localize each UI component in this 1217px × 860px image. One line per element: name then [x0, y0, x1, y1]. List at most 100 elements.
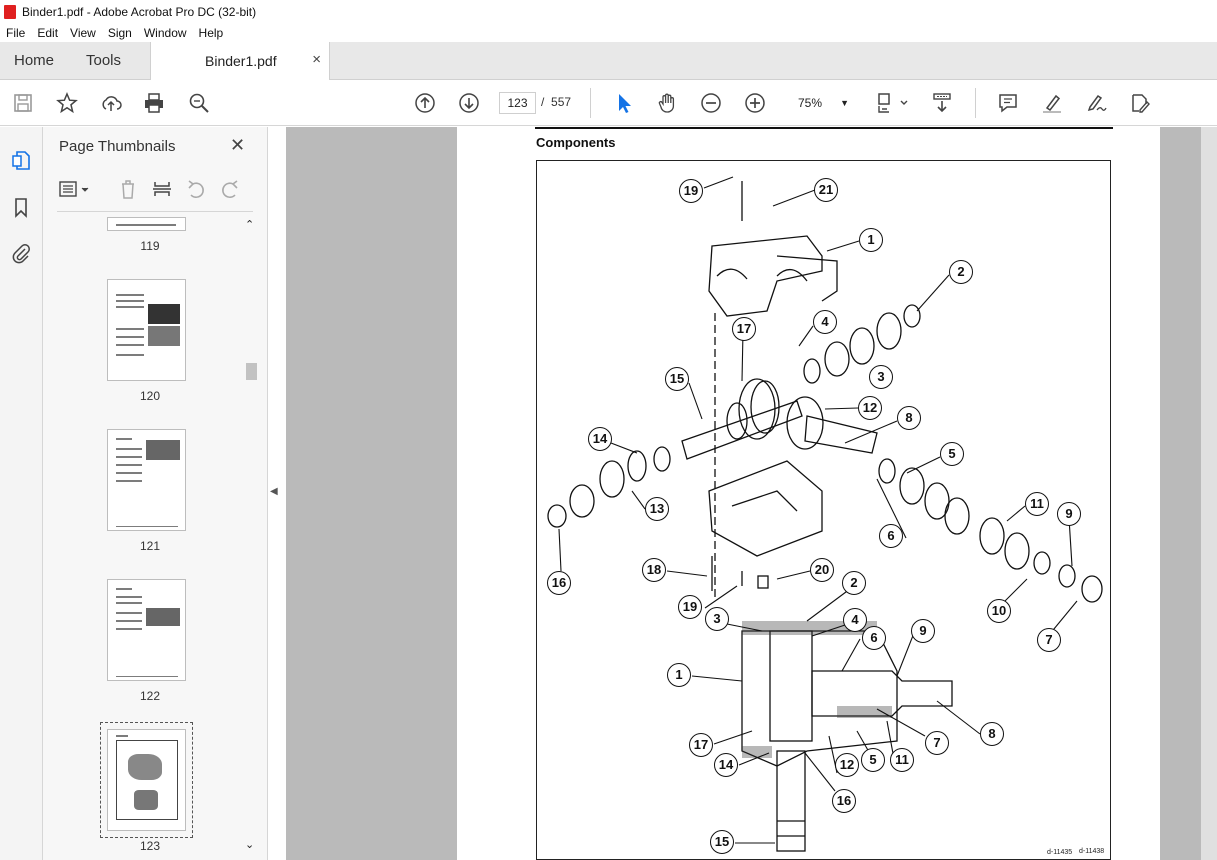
title-bar: Binder1.pdf - Adobe Acrobat Pro DC (32-b… — [0, 0, 1217, 24]
thumbnail-label: 122 — [139, 689, 161, 703]
callout-21: 21 — [814, 178, 838, 202]
callout-7: 7 — [1037, 628, 1061, 652]
menu-window[interactable]: Window — [144, 26, 187, 40]
callout-9: 9 — [1057, 502, 1081, 526]
thumbnail-page-122[interactable] — [107, 579, 186, 681]
comment-icon[interactable] — [996, 91, 1020, 115]
callout-19b: 19 — [678, 595, 702, 619]
close-tab-icon[interactable]: × — [312, 51, 321, 68]
thumbnail-scrollbar[interactable]: ⌃ ⌄ — [244, 218, 258, 858]
scroll-up-icon[interactable]: ⌃ — [245, 218, 254, 231]
callout-3b: 3 — [705, 607, 729, 631]
page-thumbnails-panel: Page Thumbnails ✕ 119 120 121 122 123 ⌃ … — [43, 127, 268, 860]
menu-sign[interactable]: Sign — [108, 26, 132, 40]
zoom-level: 75% — [798, 96, 823, 110]
scroll-down-icon[interactable]: ⌄ — [245, 838, 254, 851]
scroll-mode-icon[interactable] — [930, 91, 954, 115]
callout-5b: 5 — [861, 748, 885, 772]
tab-home[interactable]: Home — [14, 42, 54, 80]
callout-16b: 16 — [832, 789, 856, 813]
select-cursor-icon[interactable] — [612, 91, 636, 115]
tab-document-label: Binder1.pdf — [205, 53, 277, 69]
callout-7b: 7 — [925, 731, 949, 755]
thumbnail-label: 121 — [139, 539, 161, 553]
scroll-thumb[interactable] — [246, 363, 257, 380]
document-viewer[interactable]: Components 19 21 1 2 17 4 15 3 12 8 14 5… — [286, 127, 1217, 860]
page-fit-icon[interactable] — [876, 91, 910, 115]
callout-5: 5 — [940, 442, 964, 466]
callout-13: 13 — [645, 497, 669, 521]
zoom-level-select[interactable]: 75% ▼ — [787, 92, 855, 114]
callout-14b: 14 — [714, 753, 738, 777]
callout-8: 8 — [897, 406, 921, 430]
collapse-panel-icon[interactable]: ◀ — [270, 486, 278, 497]
figure-id-2: d-11438 — [1079, 848, 1105, 855]
highlight-pen-icon[interactable] — [1040, 91, 1064, 115]
find-text-icon[interactable] — [187, 91, 211, 115]
callout-19: 19 — [679, 179, 703, 203]
thumbnail-page-119[interactable] — [107, 217, 186, 231]
bookmarks-icon[interactable] — [9, 195, 33, 219]
exploded-parts-diagram: 19 21 1 2 17 4 15 3 12 8 14 5 13 11 9 6 … — [536, 160, 1111, 860]
toolbar-divider — [975, 88, 976, 118]
main-toolbar: 123 / 557 75% ▼ — [0, 80, 1217, 126]
toolbar-divider — [590, 88, 591, 118]
callout-10: 10 — [987, 599, 1011, 623]
page-thumbnails-icon[interactable] — [9, 148, 33, 172]
thumbnail-page-123-selected[interactable] — [100, 722, 193, 838]
menu-file[interactable]: File — [6, 26, 25, 40]
callout-18: 18 — [642, 558, 666, 582]
callout-15: 15 — [665, 367, 689, 391]
page-separator: / — [541, 95, 545, 109]
callout-11: 11 — [1025, 492, 1049, 516]
callout-15b: 15 — [710, 830, 734, 854]
extract-pages-icon[interactable] — [150, 177, 174, 201]
panel-divider — [57, 211, 253, 212]
section-heading: Components — [536, 135, 616, 150]
tab-bar: Home Tools Binder1.pdf × — [0, 42, 1217, 80]
tab-document[interactable]: Binder1.pdf × — [150, 42, 330, 80]
attachments-icon[interactable] — [9, 241, 33, 265]
callout-8b: 8 — [980, 722, 1004, 746]
document-scrollbar[interactable] — [1201, 127, 1217, 860]
callout-11b: 11 — [890, 748, 914, 772]
save-icon[interactable] — [11, 91, 35, 115]
cloud-upload-icon[interactable] — [99, 91, 123, 115]
options-menu-icon[interactable] — [57, 177, 91, 201]
callout-20: 20 — [810, 558, 834, 582]
edit-pdf-icon[interactable] — [1128, 91, 1152, 115]
next-page-icon[interactable] — [457, 91, 481, 115]
panel-toolbar — [57, 177, 253, 203]
previous-page-icon[interactable] — [413, 91, 437, 115]
callout-17b: 17 — [689, 733, 713, 757]
fill-sign-icon[interactable] — [1084, 91, 1108, 115]
callout-4b: 4 — [843, 608, 867, 632]
thumbnail-label: 120 — [139, 389, 161, 403]
bookmark-star-icon[interactable] — [55, 91, 79, 115]
callout-3: 3 — [869, 365, 893, 389]
callout-16: 16 — [547, 571, 571, 595]
chevron-down-icon: ▼ — [840, 98, 849, 108]
delete-page-icon[interactable] — [116, 177, 140, 201]
menu-view[interactable]: View — [70, 26, 96, 40]
hand-tool-icon[interactable] — [655, 91, 679, 115]
callout-2b: 2 — [842, 571, 866, 595]
thumbnail-label: 123 — [139, 839, 161, 853]
thumbnail-page-120[interactable] — [107, 279, 186, 381]
rotate-left-icon[interactable] — [184, 177, 208, 201]
page-number-input[interactable]: 123 — [499, 92, 536, 114]
callout-9b: 9 — [911, 619, 935, 643]
thumbnail-page-121[interactable] — [107, 429, 186, 531]
zoom-out-icon[interactable] — [699, 91, 723, 115]
menu-help[interactable]: Help — [199, 26, 224, 40]
tab-tools[interactable]: Tools — [86, 42, 121, 80]
menu-edit[interactable]: Edit — [37, 26, 58, 40]
callout-12b: 12 — [835, 753, 859, 777]
print-icon[interactable] — [142, 91, 166, 115]
thumbnail-label: 119 — [140, 239, 160, 253]
panel-title: Page Thumbnails — [59, 138, 176, 155]
zoom-in-icon[interactable] — [743, 91, 767, 115]
rotate-right-icon[interactable] — [218, 177, 242, 201]
close-panel-icon[interactable]: ✕ — [230, 135, 245, 156]
pdf-page: Components 19 21 1 2 17 4 15 3 12 8 14 5… — [457, 127, 1160, 860]
